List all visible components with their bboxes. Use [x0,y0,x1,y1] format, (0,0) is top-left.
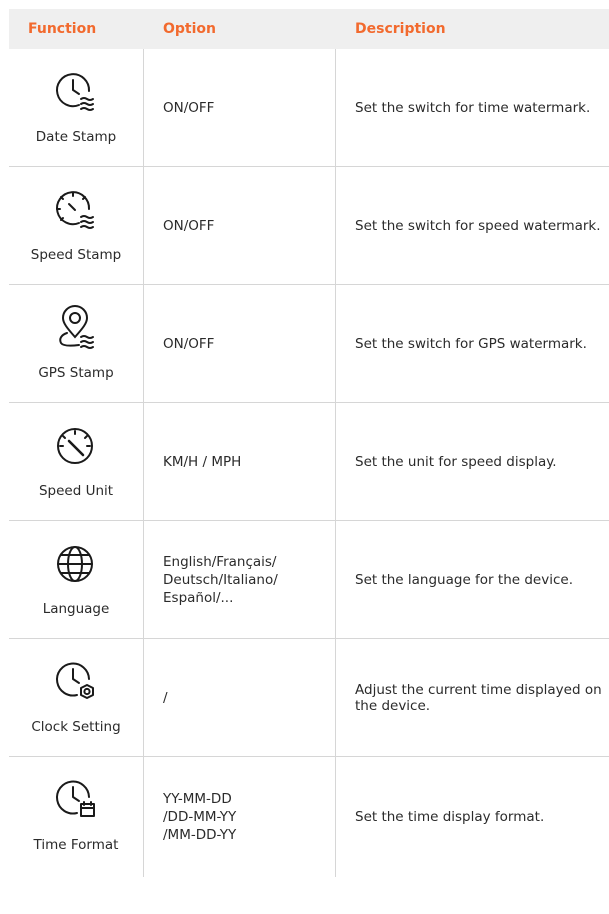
function-name: Speed Unit [38,483,114,499]
function-name: Language [42,601,110,617]
option-cell: ON/OFF [163,335,215,352]
function-name: Date Stamp [35,129,117,145]
description-cell: Adjust the current time displayed on the… [355,681,602,714]
function-name: Speed Stamp [30,247,122,263]
location-pin-waves-icon [49,303,105,351]
header-description: Description [355,21,446,37]
globe-icon [49,539,105,587]
table-row: Language English/Français/ Deutsch/Itali… [9,521,609,639]
clock-waves-icon [49,67,105,115]
function-cell: Time Format [9,757,143,877]
function-cell: Clock Setting [9,639,143,756]
function-cell: GPS Stamp [9,285,143,402]
function-cell: Speed Unit [9,403,143,520]
option-cell: ON/OFF [163,99,215,116]
table-header: Function Option Description [9,9,609,49]
table-row: GPS Stamp ON/OFF Set the switch for GPS … [9,285,609,403]
clock-calendar-icon [49,775,105,823]
table-row: Speed Unit KM/H / MPH Set the unit for s… [9,403,609,521]
table-row: Speed Stamp ON/OFF Set the switch for sp… [9,167,609,285]
option-cell: ON/OFF [163,217,215,234]
description-cell: Set the language for the device. [355,571,573,588]
speedometer-icon [49,421,105,469]
function-name: Time Format [33,837,119,853]
description-cell: Set the time display format. [355,809,545,825]
table-row: Clock Setting / Adjust the current time … [9,639,609,757]
header-option: Option [163,21,216,37]
option-cell: KM/H / MPH [163,453,242,470]
description-cell: Set the switch for time watermark. [355,99,591,116]
option-cell: / [163,689,168,706]
function-name: GPS Stamp [38,365,114,381]
option-cell: YY-MM-DD /DD-MM-YY /MM-DD-YY [163,791,237,843]
function-name: Clock Setting [31,719,121,735]
description-cell: Set the switch for GPS watermark. [355,335,587,352]
description-cell: Set the unit for speed display. [355,453,557,470]
function-cell: Language [9,521,143,638]
description-cell: Set the switch for speed watermark. [355,217,601,234]
table-row: Date Stamp ON/OFF Set the switch for tim… [9,49,609,167]
speedometer-waves-icon [49,185,105,233]
header-function: Function [28,21,97,37]
clock-gear-icon [49,657,105,705]
function-cell: Date Stamp [9,49,143,166]
option-cell: English/Français/ Deutsch/Italiano/ Espa… [163,553,278,606]
function-cell: Speed Stamp [9,167,143,284]
table-row: Time Format YY-MM-DD /DD-MM-YY /MM-DD-YY… [9,757,609,877]
